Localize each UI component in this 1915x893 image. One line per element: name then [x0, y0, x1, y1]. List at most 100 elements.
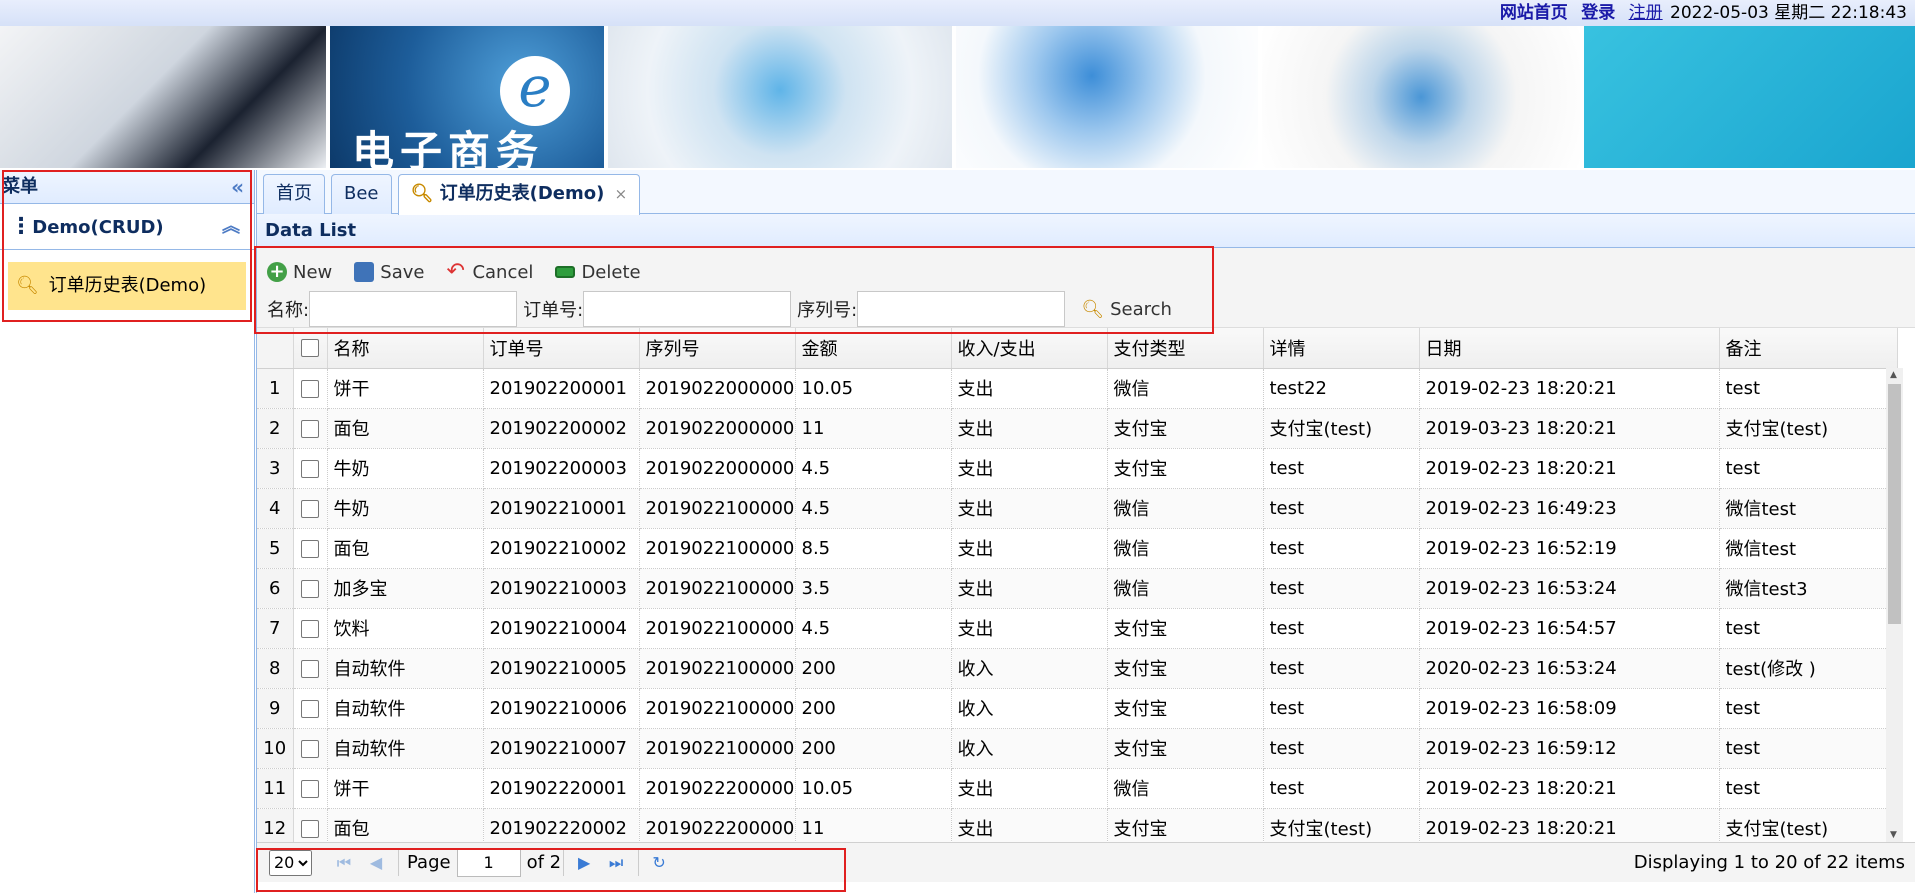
cell-name: 饼干 [327, 768, 484, 809]
scroll-down-icon[interactable]: ▼ [1890, 830, 1897, 840]
row-number: 2 [257, 408, 294, 449]
row-checkbox[interactable] [293, 368, 328, 409]
filter-order-label: 订单号: [523, 300, 584, 321]
filter-serial-input[interactable] [857, 291, 1066, 327]
table-row[interactable]: 1饼干20190220000120190220000000110.05支出微信t… [257, 368, 1898, 409]
cell-remark: 微信test3 [1719, 568, 1898, 609]
new-button[interactable]: + New [267, 262, 332, 283]
refresh-icon[interactable]: ↻ [647, 853, 671, 872]
login-link[interactable]: 登录 [1581, 3, 1615, 23]
row-checkbox[interactable] [293, 688, 328, 729]
select-all-checkbox[interactable] [293, 328, 328, 369]
row-number: 12 [257, 808, 294, 842]
filter-order-input[interactable] [583, 291, 792, 327]
table-row[interactable]: 11 饼干20190222000120190222000000110.05支出微信… [257, 768, 1898, 809]
cell-date: 2019-02-23 16:53:24 [1419, 568, 1720, 609]
table-row[interactable]: 6加多宝2019022100032019022100000033.5支出微信te… [257, 568, 1898, 609]
filter-name-input[interactable] [309, 291, 518, 327]
table-row[interactable]: 10 自动软件201902210007201902210000006200收入支付… [257, 728, 1898, 769]
chevron-up-icon[interactable]: ︽ [222, 204, 240, 250]
cancel-label: Cancel [472, 261, 534, 283]
cell-detail: test [1263, 768, 1420, 809]
first-page-icon[interactable]: ⏮ [332, 853, 356, 873]
page-total-label: of 2 [526, 852, 562, 873]
row-checkbox[interactable] [293, 728, 328, 769]
scrollbar-thumb[interactable] [1888, 384, 1901, 624]
collapse-left-icon[interactable]: « [231, 170, 244, 204]
tab-home[interactable]: 首页 [263, 174, 325, 214]
column-header[interactable]: 订单号 [483, 328, 640, 369]
cell-detail: test [1263, 568, 1420, 609]
cell-order: 201902210001 [483, 488, 640, 529]
undo-icon: ↶ [446, 259, 465, 284]
row-number-header [257, 328, 294, 369]
search-button[interactable]: 🔍︎ Search [1081, 299, 1172, 320]
main-panel: 首页 Bee 🔍︎ 订单历史表(Demo) × Data List + New … [256, 170, 1915, 893]
column-header[interactable]: 金额 [795, 328, 952, 369]
table-row[interactable]: 5面包2019022100022019022100000028.5支出微信tes… [257, 528, 1898, 569]
page-size-select[interactable]: 20 [269, 849, 312, 876]
cell-date: 2019-02-23 18:20:21 [1419, 368, 1720, 409]
cell-amount: 11 [795, 808, 952, 842]
prev-page-icon[interactable]: ◀ [364, 853, 388, 872]
tab-order-history[interactable]: 🔍︎ 订单历史表(Demo) × [397, 174, 641, 215]
tab-bee[interactable]: Bee [331, 174, 392, 214]
row-checkbox[interactable] [293, 568, 328, 609]
cell-serial: 201902210000005 [639, 648, 796, 689]
column-header[interactable]: 名称 [327, 328, 484, 369]
table-row[interactable]: 2面包20190220000220190220000000211支出支付宝支付宝… [257, 408, 1898, 449]
row-checkbox[interactable] [293, 488, 328, 529]
column-header[interactable]: 序列号 [639, 328, 796, 369]
cell-name: 面包 [327, 528, 484, 569]
row-checkbox[interactable] [293, 528, 328, 569]
row-checkbox[interactable] [293, 768, 328, 809]
row-checkbox[interactable] [293, 408, 328, 449]
row-checkbox[interactable] [293, 608, 328, 649]
page-number-input[interactable] [456, 848, 521, 877]
menu-item-order-history[interactable]: 🔍︎ 订单历史表(Demo) [8, 262, 246, 310]
row-checkbox[interactable] [293, 648, 328, 689]
cell-date: 2019-02-23 16:52:19 [1419, 528, 1720, 569]
tab-label: Bee [344, 183, 379, 204]
table-row[interactable]: 7饮料2019022100042019022100000044.5支出支付宝te… [257, 608, 1898, 649]
next-page-icon[interactable]: ▶ [572, 853, 596, 872]
register-link[interactable]: 注册 [1629, 3, 1663, 23]
table-row[interactable]: 4牛奶2019022100012019022100000014.5支出微信tes… [257, 488, 1898, 529]
row-number: 9 [257, 688, 294, 729]
home-link[interactable]: 网站首页 [1500, 3, 1568, 23]
scroll-up-icon[interactable]: ▲ [1890, 370, 1897, 380]
delete-button[interactable]: Delete [555, 262, 641, 283]
cell-serial: 201902200000001 [639, 368, 796, 409]
cell-name: 牛奶 [327, 488, 484, 529]
menu-group-label: Demo(CRUD) [32, 217, 164, 238]
table-row[interactable]: 3牛奶2019022000032019022000000034.5支出支付宝te… [257, 448, 1898, 489]
save-button[interactable]: Save [354, 262, 424, 283]
tab-strip: 首页 Bee 🔍︎ 订单历史表(Demo) × [257, 170, 1915, 215]
last-page-icon[interactable]: ⏭ [604, 853, 628, 873]
table-row[interactable]: 8 自动软件201902210005201902210000005200收入支付宝… [257, 648, 1898, 689]
table-row[interactable]: 12面包20190222000220190222000000211支出支付宝支付… [257, 808, 1898, 842]
table-row[interactable]: 9 自动软件201902210006201902210000006200收入支付宝… [257, 688, 1898, 729]
column-header[interactable]: 备注 [1719, 328, 1898, 369]
cell-pay: 支付宝 [1107, 808, 1264, 842]
cell-serial: 201902210000006 [639, 728, 796, 769]
close-icon[interactable]: × [615, 185, 628, 203]
row-number: 11 [257, 768, 294, 809]
cell-amount: 4.5 [795, 608, 952, 649]
row-number: 8 [257, 648, 294, 689]
menu-group-demo[interactable]: ⋮ Demo(CRUD) ︽ [0, 204, 254, 250]
row-checkbox[interactable] [293, 808, 328, 842]
page-label: Page [407, 852, 451, 873]
column-header[interactable]: 收入/支出 [951, 328, 1108, 369]
column-header[interactable]: 日期 [1419, 328, 1720, 369]
cell-pay: 支付宝 [1107, 728, 1264, 769]
row-checkbox[interactable] [293, 448, 328, 489]
cancel-button[interactable]: ↶ Cancel [446, 259, 534, 284]
column-header[interactable]: 详情 [1263, 328, 1420, 369]
vertical-scrollbar[interactable]: ▲ ▼ [1886, 368, 1903, 842]
cell-remark: 支付宝(test) [1719, 808, 1898, 842]
menu-header: 菜单 « [0, 170, 254, 204]
column-header[interactable]: 支付类型 [1107, 328, 1264, 369]
cell-pay: 微信 [1107, 568, 1264, 609]
filter-serial-label: 序列号: [797, 300, 858, 321]
